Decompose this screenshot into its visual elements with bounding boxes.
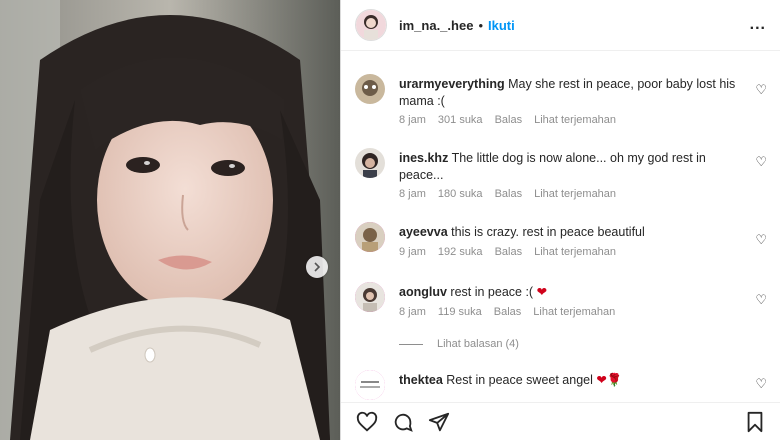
avatar[interactable] <box>355 9 387 41</box>
separator-dot: • <box>478 17 483 33</box>
reply-button[interactable]: Balas <box>495 114 523 126</box>
avatar[interactable] <box>355 370 385 400</box>
comment-time: 8 jam <box>399 188 426 200</box>
comment-time: 9 jam <box>399 246 426 258</box>
share-send-icon[interactable] <box>427 410 451 434</box>
comment-text: ines.khz The little dog is now alone... … <box>399 150 739 184</box>
comment-body: Rest in peace sweet angel <box>446 373 593 387</box>
comment-meta: 8 jam 301 suka Balas Lihat terjemahan <box>399 114 616 126</box>
comment-item: aongluv rest in peace :( ❤ 8 jam 119 suk… <box>355 282 767 332</box>
story-ring <box>355 222 385 252</box>
avatar[interactable] <box>355 148 385 178</box>
comment-likes[interactable]: 119 suka <box>438 306 482 318</box>
like-comment-heart-icon[interactable]: ♡ <box>755 376 767 392</box>
comment-username[interactable]: ayeevva <box>399 225 448 239</box>
bookmark-icon[interactable] <box>743 410 767 434</box>
translate-button[interactable]: Lihat terjemahan <box>533 306 615 318</box>
story-ring <box>355 370 385 400</box>
comment-item: urarmyeverything May she rest in peace, … <box>355 74 767 134</box>
reply-button[interactable]: Balas <box>495 188 523 200</box>
comment-body: this is crazy. rest in peace beautiful <box>451 225 645 239</box>
like-comment-heart-icon[interactable]: ♡ <box>755 82 767 98</box>
like-comment-heart-icon[interactable]: ♡ <box>755 154 767 170</box>
translate-button[interactable]: Lihat terjemahan <box>534 188 616 200</box>
view-replies-label: Lihat balasan (4) <box>437 338 519 350</box>
comment-icon[interactable] <box>391 410 415 434</box>
avatar[interactable] <box>355 74 385 104</box>
comment-username[interactable]: thektea <box>399 373 443 387</box>
comment-text: thektea Rest in peace sweet angel ❤🌹 <box>399 372 739 389</box>
comment-text: ayeevva this is crazy. rest in peace bea… <box>399 224 739 241</box>
comment-text: aongluv rest in peace :( ❤ <box>399 284 739 301</box>
comment-time: 8 jam <box>399 306 426 318</box>
comment-username[interactable]: aongluv <box>399 285 447 299</box>
comment-item: ayeevva this is crazy. rest in peace bea… <box>355 222 767 272</box>
comment-meta: 8 jam 180 suka Balas Lihat terjemahan <box>399 188 616 200</box>
view-replies-button[interactable]: Lihat balasan (4) <box>399 338 519 350</box>
story-ring <box>355 282 385 312</box>
like-heart-icon[interactable] <box>355 410 379 434</box>
replies-divider <box>399 343 423 345</box>
like-comment-heart-icon[interactable]: ♡ <box>755 232 767 248</box>
post-username[interactable]: im_na._.hee <box>399 18 473 33</box>
chevron-right-icon <box>314 262 321 272</box>
comment-time: 8 jam <box>399 114 426 126</box>
avatar[interactable] <box>355 282 385 312</box>
comments-panel: im_na._.hee • Ikuti ... urarmyeverything… <box>340 0 780 440</box>
comment-likes[interactable]: 301 suka <box>438 114 483 126</box>
reply-button[interactable]: Balas <box>495 246 523 258</box>
comment-username[interactable]: urarmyeverything <box>399 77 505 91</box>
heart-emoji: ❤ <box>536 285 548 299</box>
follow-button[interactable]: Ikuti <box>488 18 515 33</box>
comment-username[interactable]: ines.khz <box>399 151 448 165</box>
comment-likes[interactable]: 192 suka <box>438 246 483 258</box>
heart-rose-emoji: ❤🌹 <box>596 373 623 387</box>
comment-likes[interactable]: 180 suka <box>438 188 483 200</box>
avatar[interactable] <box>355 222 385 252</box>
translate-button[interactable]: Lihat terjemahan <box>534 114 616 126</box>
post-actions-bar <box>341 402 780 440</box>
next-image-button[interactable] <box>306 256 328 278</box>
post-photo <box>0 0 340 440</box>
comment-item: ines.khz The little dog is now alone... … <box>355 148 767 208</box>
translate-button[interactable]: Lihat terjemahan <box>534 246 616 258</box>
reply-button[interactable]: Balas <box>494 306 522 318</box>
comment-item: thektea Rest in peace sweet angel ❤🌹 ♡ <box>355 370 767 400</box>
comment-meta: 8 jam 119 suka Balas Lihat terjemahan <box>399 306 615 318</box>
comment-meta: 9 jam 192 suka Balas Lihat terjemahan <box>399 246 616 258</box>
post-header: im_na._.hee • Ikuti ... <box>341 0 780 51</box>
like-comment-heart-icon[interactable]: ♡ <box>755 292 767 308</box>
portrait-image <box>0 0 340 440</box>
comment-text: urarmyeverything May she rest in peace, … <box>399 76 739 110</box>
more-options-icon[interactable]: ... <box>750 16 766 34</box>
comment-body: rest in peace :( <box>450 285 534 299</box>
